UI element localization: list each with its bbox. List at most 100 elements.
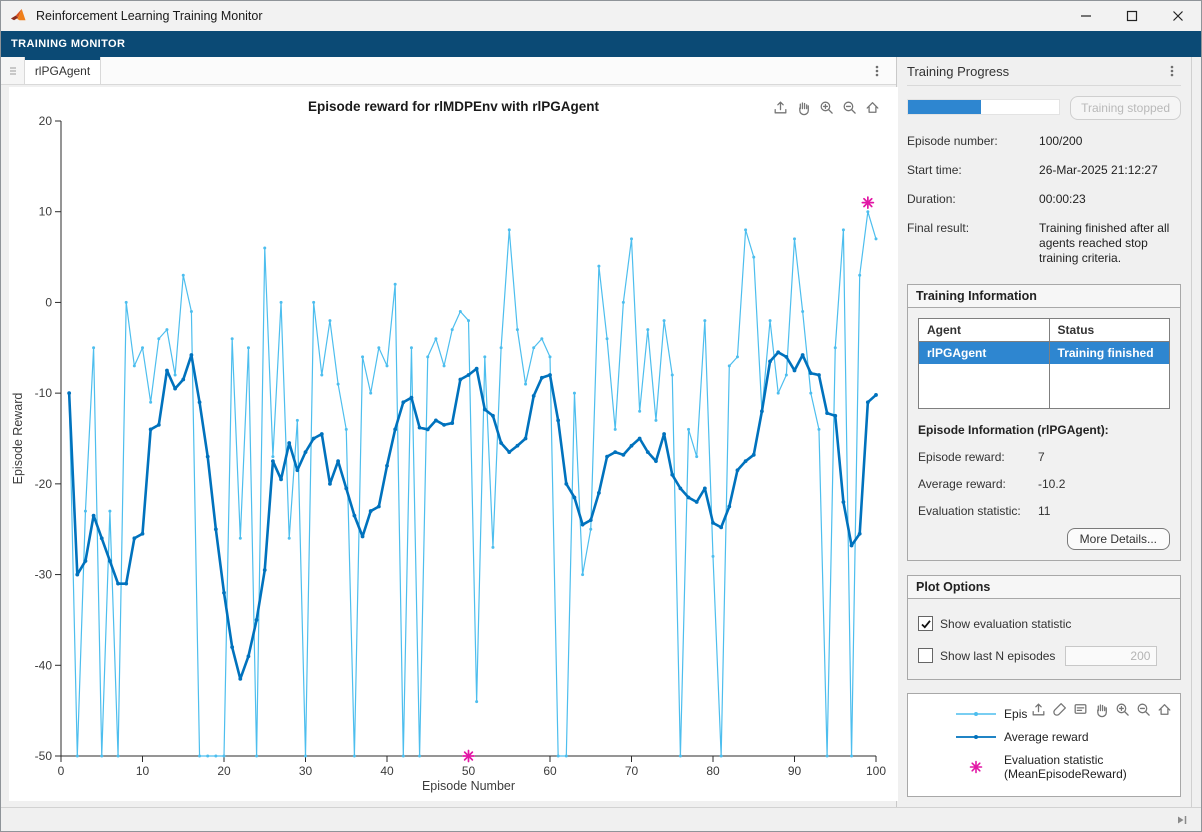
- panel-menu-button[interactable]: [1163, 61, 1181, 81]
- svg-text:70: 70: [625, 764, 639, 778]
- empty-cell: [1049, 386, 1169, 408]
- row-value: 7: [1038, 450, 1045, 464]
- maximize-icon: [1126, 10, 1138, 22]
- row-value: Training finished after all agents reach…: [1039, 221, 1181, 266]
- pan-hand-icon: [1093, 701, 1110, 718]
- empty-cell: [919, 364, 1050, 386]
- episode-reward-line-sample: [956, 709, 996, 719]
- agent-column-header: Agent: [919, 319, 1050, 342]
- maximize-button[interactable]: [1109, 1, 1155, 31]
- tab-drag-handle[interactable]: [1, 57, 25, 84]
- export-icon: [1030, 701, 1047, 718]
- svg-text:-50: -50: [35, 749, 53, 763]
- svg-text:Episode Number: Episode Number: [422, 779, 515, 793]
- progress-bar: [907, 99, 1060, 115]
- ribbon-label: TRAINING MONITOR: [1, 38, 125, 50]
- legend-label: Average reward: [1004, 730, 1089, 744]
- row-label: Final result:: [907, 221, 1039, 266]
- final-result-row: Final result: Training finished after al…: [907, 221, 1181, 266]
- empty-cell: [1049, 364, 1169, 386]
- last-n-episodes-input: [1065, 646, 1157, 666]
- section-title: Training Information: [908, 285, 1180, 308]
- table-row[interactable]: rlPGAgentTraining finished: [919, 342, 1170, 365]
- reward-plot: -50-40-30-20-100102001020304050607080901…: [9, 87, 898, 801]
- row-label: Episode number:: [907, 134, 1039, 149]
- ribbon: TRAINING MONITOR: [1, 31, 1201, 57]
- kebab-icon: [870, 64, 884, 78]
- tab-overflow-menu-button[interactable]: [868, 61, 886, 81]
- svg-text:60: 60: [543, 764, 557, 778]
- tab-rlpgagent[interactable]: rlPGAgent: [25, 57, 101, 84]
- agent-cell: rlPGAgent: [919, 342, 1050, 365]
- status-column-header: Status: [1049, 319, 1169, 342]
- svg-text:10: 10: [39, 205, 53, 219]
- average-reward-row: Average reward: -10.2: [918, 477, 1170, 491]
- svg-text:0: 0: [58, 764, 65, 778]
- home-icon: [1156, 701, 1173, 718]
- row-value: 26-Mar-2025 21:12:27: [1039, 163, 1181, 178]
- empty-table-row: [919, 364, 1170, 386]
- section-title: Plot Options: [908, 576, 1180, 599]
- empty-cell: [919, 386, 1050, 408]
- title-bar: Reinforcement Learning Training Monitor: [1, 1, 1201, 31]
- svg-text:-40: -40: [35, 658, 53, 672]
- zoom-out-button[interactable]: [1134, 700, 1153, 720]
- tab-bar-spacer: [101, 57, 896, 84]
- minimize-button[interactable]: [1063, 1, 1109, 31]
- training-progress-panel: Training Progress Training stopped Episo…: [897, 57, 1191, 807]
- checkbox-label: Show evaluation statistic: [940, 617, 1071, 631]
- row-value: -10.2: [1038, 477, 1065, 491]
- tab-bar: rlPGAgent: [1, 57, 896, 85]
- row-value: 00:00:23: [1039, 192, 1181, 207]
- duration-row: Duration: 00:00:23: [907, 192, 1181, 207]
- status-cell: Training finished: [1049, 342, 1169, 365]
- svg-text:50: 50: [462, 764, 476, 778]
- more-details-button[interactable]: More Details...: [1067, 528, 1170, 550]
- plot-options-section: Plot Options Show evaluation statistic S…: [907, 575, 1181, 680]
- check-icon: [920, 618, 932, 630]
- side-gutter: [1191, 57, 1201, 807]
- row-label: Average reward:: [918, 477, 1038, 491]
- zoom-in-button[interactable]: [1113, 700, 1132, 720]
- grip-icon: [8, 66, 18, 76]
- svg-text:20: 20: [39, 114, 53, 128]
- brush-button[interactable]: [1050, 700, 1069, 720]
- episode-number-row: Episode number: 100/200: [907, 134, 1181, 149]
- matlab-logo-icon: [10, 7, 28, 25]
- svg-text:-30: -30: [35, 568, 53, 582]
- legend-item-average-reward: Average reward: [908, 726, 1180, 749]
- svg-text:90: 90: [788, 764, 802, 778]
- row-value: 11: [1038, 504, 1050, 518]
- svg-text:30: 30: [299, 764, 313, 778]
- table-header-row: Agent Status: [919, 319, 1170, 342]
- kebab-icon: [1165, 64, 1179, 78]
- legend-item-evaluation-statistic: Evaluation statistic (MeanEpisodeReward): [908, 753, 1180, 781]
- datatip-button[interactable]: [1071, 700, 1090, 720]
- show-lastn-checkbox[interactable]: [918, 648, 933, 663]
- row-value: 100/200: [1039, 134, 1181, 149]
- export-button[interactable]: [1029, 700, 1048, 720]
- show-eval-row: Show evaluation statistic: [918, 611, 1170, 637]
- close-icon: [1172, 10, 1184, 22]
- pan-button[interactable]: [1092, 700, 1111, 720]
- svg-text:20: 20: [217, 764, 231, 778]
- close-button[interactable]: [1155, 1, 1201, 31]
- svg-text:100: 100: [866, 764, 886, 778]
- zoom-in-icon: [1114, 701, 1131, 718]
- window-title: Reinforcement Learning Training Monitor: [36, 9, 263, 23]
- datatip-icon: [1072, 701, 1089, 718]
- row-label: Start time:: [907, 163, 1039, 178]
- show-eval-checkbox[interactable]: [918, 616, 933, 631]
- progress-fill: [908, 100, 981, 114]
- checkbox-label: Show last N episodes: [940, 649, 1055, 663]
- home-button[interactable]: [1155, 700, 1174, 720]
- agent-status-table: Agent Status rlPGAgentTraining finished: [918, 318, 1170, 409]
- svg-text:-20: -20: [35, 477, 53, 491]
- zoom-out-icon: [1135, 701, 1152, 718]
- legend-panel: Episode reward Average reward: [907, 693, 1181, 797]
- evaluation-statistic-row: Evaluation statistic: 11: [918, 504, 1170, 518]
- app-window: Reinforcement Learning Training Monitor …: [0, 0, 1202, 832]
- expand-panel-button[interactable]: [1175, 813, 1189, 827]
- svg-text:Episode Reward: Episode Reward: [11, 393, 25, 485]
- episode-info-header: Episode Information (rlPGAgent):: [918, 423, 1170, 437]
